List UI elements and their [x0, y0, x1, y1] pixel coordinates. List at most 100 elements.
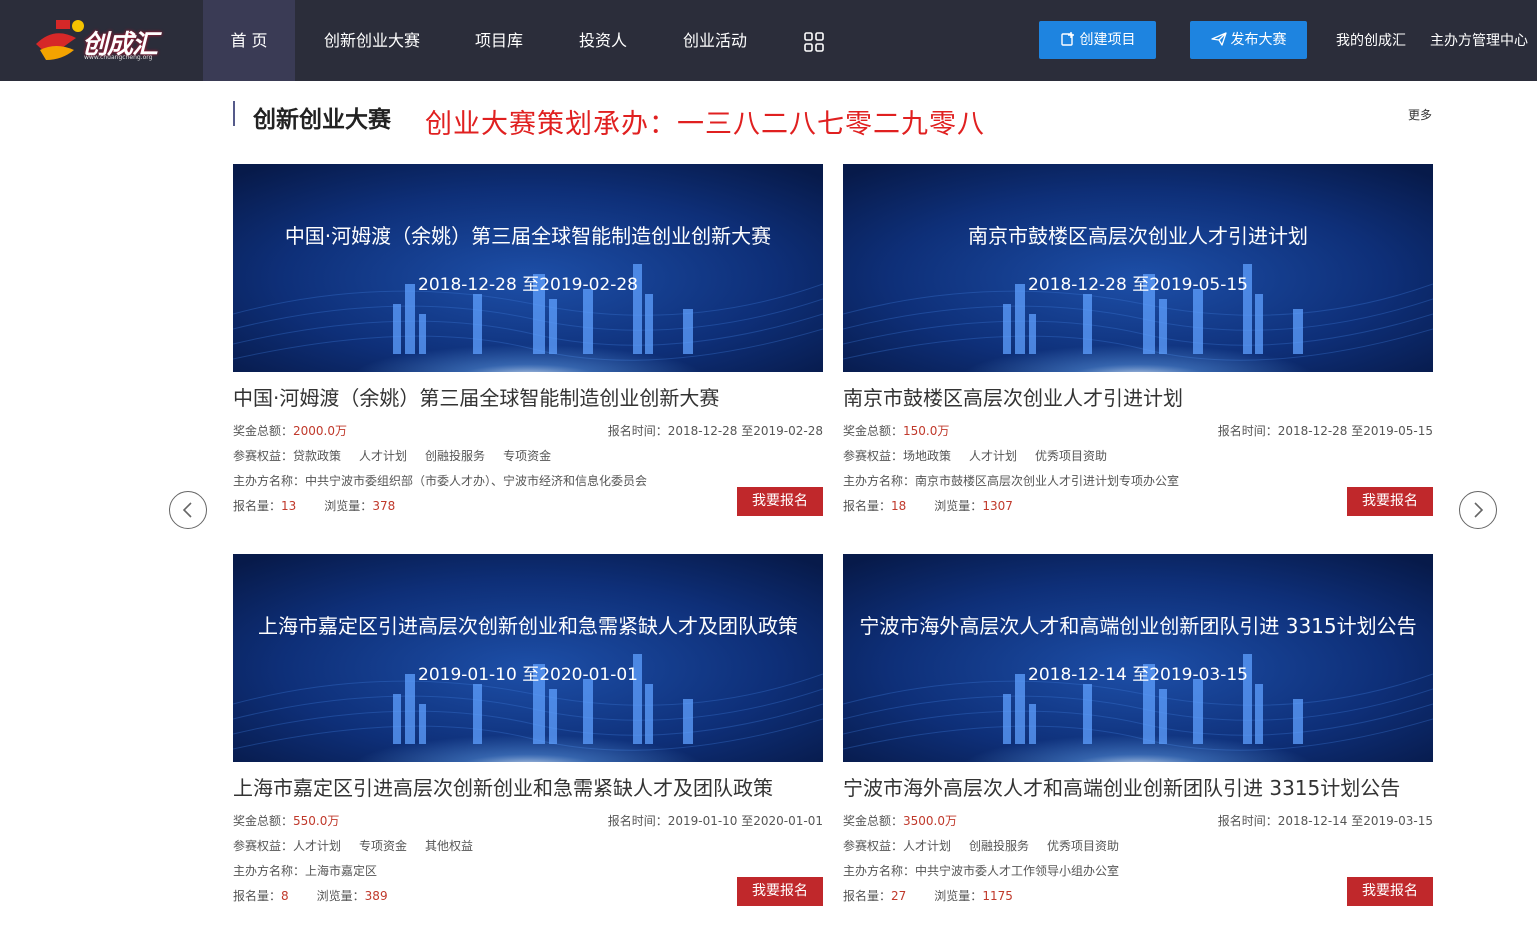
- views-value: 1307: [982, 499, 1013, 513]
- signups-label: 报名量：: [233, 889, 282, 903]
- signups-label: 报名量：: [843, 499, 892, 513]
- organizer-label: 主办方名称：: [843, 474, 916, 488]
- signups-label: 报名量：: [233, 499, 282, 513]
- section-title: 创新创业大赛: [253, 107, 391, 133]
- organizer-center-link[interactable]: 主办方管理中心: [1430, 30, 1528, 50]
- benefits-label: 参赛权益：: [843, 839, 904, 853]
- create-project-icon: [1060, 32, 1074, 46]
- prize-label: 奖金总额：: [843, 814, 904, 828]
- reg-time-label: 报名时间：: [1217, 424, 1278, 438]
- stats-info: 报名量：8 浏览量：389: [233, 887, 388, 904]
- views-value: 389: [364, 889, 388, 903]
- nav-projects[interactable]: 项目库: [460, 0, 538, 81]
- banner-title: 上海市嘉定区引进高层次创新创业和急需紧缺人才及团队政策: [258, 614, 798, 638]
- benefits-label: 参赛权益：: [233, 839, 294, 853]
- contest-card: 上海市嘉定区引进高层次创新创业和急需紧缺人才及团队政策 2019-01-10 至…: [233, 554, 823, 919]
- apply-button[interactable]: 我要报名: [737, 487, 823, 516]
- nav-home[interactable]: 首 页: [203, 0, 295, 81]
- prize-value: 550.0万: [293, 814, 340, 828]
- organizer-value: 中共宁波市委组织部（市委人才办）、宁波市经济和信息化委员会: [305, 474, 648, 488]
- signups-value: 8: [281, 889, 289, 903]
- publish-contest-button[interactable]: 发布大赛: [1190, 21, 1307, 59]
- prize-label: 奖金总额：: [843, 424, 904, 438]
- chevron-left-icon: [182, 502, 192, 518]
- stats-info: 报名量：27 浏览量：1175: [843, 887, 1013, 904]
- banner-title: 中国·河姆渡（余姚）第三届全球智能制造创业创新大赛: [284, 224, 772, 248]
- organizer-value: 南京市鼓楼区高层次创业人才引进计划专项办公室: [915, 474, 1180, 488]
- organizer-info: 主办方名称：南京市鼓楼区高层次创业人才引进计划专项办公室: [843, 472, 1179, 489]
- organizer-info: 主办方名称：中共宁波市委人才工作领导小组办公室: [843, 862, 1119, 879]
- benefit-tag: 人才计划: [903, 839, 952, 853]
- benefits-label: 参赛权益：: [233, 449, 294, 463]
- apply-button[interactable]: 我要报名: [737, 877, 823, 906]
- benefit-tag: 优秀项目资助: [1035, 449, 1108, 463]
- organizer-label: 主办方名称：: [233, 864, 306, 878]
- banner-title: 南京市鼓楼区高层次创业人才引进计划: [968, 224, 1308, 248]
- banner-date: 2018-12-28 至2019-05-15: [1028, 275, 1248, 295]
- benefits-label: 参赛权益：: [843, 449, 904, 463]
- banner-date: 2018-12-28 至2019-02-28: [418, 275, 638, 295]
- reg-time-value: 2018-12-14 至2019-03-15: [1277, 814, 1433, 828]
- contest-banner[interactable]: 南京市鼓楼区高层次创业人才引进计划 2018-12-28 至2019-05-15: [843, 164, 1433, 372]
- contest-banner[interactable]: 上海市嘉定区引进高层次创新创业和急需紧缺人才及团队政策 2019-01-10 至…: [233, 554, 823, 762]
- carousel-prev-button[interactable]: [169, 491, 207, 529]
- benefit-tag: 人才计划: [359, 449, 408, 463]
- nav-contest[interactable]: 创新创业大赛: [310, 0, 434, 81]
- contest-title[interactable]: 上海市嘉定区引进高层次创新创业和急需紧缺人才及团队政策: [233, 772, 773, 801]
- contest-title[interactable]: 南京市鼓楼区高层次创业人才引进计划: [843, 382, 1183, 411]
- apps-grid-icon[interactable]: [804, 32, 824, 52]
- nav-events[interactable]: 创业活动: [672, 0, 758, 81]
- contest-banner[interactable]: 中国·河姆渡（余姚）第三届全球智能制造创业创新大赛 2018-12-28 至20…: [233, 164, 823, 372]
- benefits-info: 参赛权益：人才计划 专项资金 其他权益: [233, 837, 491, 854]
- apply-button[interactable]: 我要报名: [1347, 877, 1433, 906]
- organizer-info: 主办方名称：中共宁波市委组织部（市委人才办）、宁波市经济和信息化委员会: [233, 472, 647, 489]
- banner-title: 宁波市海外高层次人才和高端创业创新团队引进 3315计划公告: [859, 614, 1417, 638]
- signups-value: 18: [891, 499, 907, 513]
- signups-label: 报名量：: [843, 889, 892, 903]
- carousel-next-button[interactable]: [1459, 491, 1497, 529]
- apply-button[interactable]: 我要报名: [1347, 487, 1433, 516]
- stats-info: 报名量：13 浏览量：378: [233, 497, 395, 514]
- contest-title[interactable]: 宁波市海外高层次人才和高端创业创新团队引进 3315计划公告: [843, 772, 1400, 801]
- prize-info: 奖金总额：2000.0万: [233, 422, 347, 439]
- paper-plane-icon: [1210, 32, 1227, 46]
- chevron-right-icon: [1474, 502, 1484, 518]
- banner-background-image: [843, 164, 1433, 372]
- signups-value: 27: [891, 889, 907, 903]
- contest-card: 宁波市海外高层次人才和高端创业创新团队引进 3315计划公告 2018-12-1…: [843, 554, 1433, 919]
- benefit-tag: 优秀项目资助: [1047, 839, 1120, 853]
- benefit-tag: 创融投服务: [425, 449, 486, 463]
- benefit-tag: 场地政策: [903, 449, 952, 463]
- nav-investors[interactable]: 投资人: [566, 0, 640, 81]
- benefit-tag: 创融投服务: [969, 839, 1030, 853]
- top-navbar: 创成汇 www.chuangcheng.org 首 页 创新创业大赛 项目库 投…: [0, 0, 1537, 81]
- contest-title[interactable]: 中国·河姆渡（余姚）第三届全球智能制造创业创新大赛: [233, 382, 719, 411]
- reg-time-label: 报名时间：: [607, 424, 668, 438]
- banner-background-image: [233, 554, 823, 762]
- banner-date: 2019-01-10 至2020-01-01: [418, 665, 638, 685]
- create-project-label: 创建项目: [1079, 32, 1136, 48]
- create-project-button[interactable]: 创建项目: [1039, 21, 1156, 59]
- my-account-link[interactable]: 我的创成汇: [1336, 30, 1406, 50]
- views-label: 浏览量：: [316, 889, 365, 903]
- benefits-info: 参赛权益：人才计划 创融投服务 优秀项目资助: [843, 837, 1137, 854]
- organizer-value: 上海市嘉定区: [305, 864, 378, 878]
- more-link[interactable]: 更多: [1408, 106, 1432, 123]
- prize-label: 奖金总额：: [233, 814, 294, 828]
- section-accent-bar: [233, 101, 235, 126]
- reg-time-label: 报名时间：: [607, 814, 668, 828]
- benefit-tag: 人才计划: [969, 449, 1018, 463]
- contest-banner[interactable]: 宁波市海外高层次人才和高端创业创新团队引进 3315计划公告 2018-12-1…: [843, 554, 1433, 762]
- registration-time: 报名时间：2018-12-28 至2019-05-15: [1218, 422, 1433, 439]
- views-label: 浏览量：: [934, 889, 983, 903]
- benefits-info: 参赛权益：贷款政策 人才计划 创融投服务 专项资金: [233, 447, 569, 464]
- benefit-tag: 贷款政策: [293, 449, 342, 463]
- registration-time: 报名时间：2018-12-28 至2019-02-28: [608, 422, 823, 439]
- site-logo[interactable]: 创成汇 www.chuangcheng.org: [34, 12, 174, 68]
- views-label: 浏览量：: [324, 499, 373, 513]
- logo-url: www.chuangcheng.org: [84, 54, 153, 61]
- views-value: 378: [372, 499, 396, 513]
- section-promo-text: 创业大赛策划承办：一三八二八七零二九零八: [425, 109, 985, 140]
- reg-time-label: 报名时间：: [1217, 814, 1278, 828]
- organizer-value: 中共宁波市委人才工作领导小组办公室: [915, 864, 1120, 878]
